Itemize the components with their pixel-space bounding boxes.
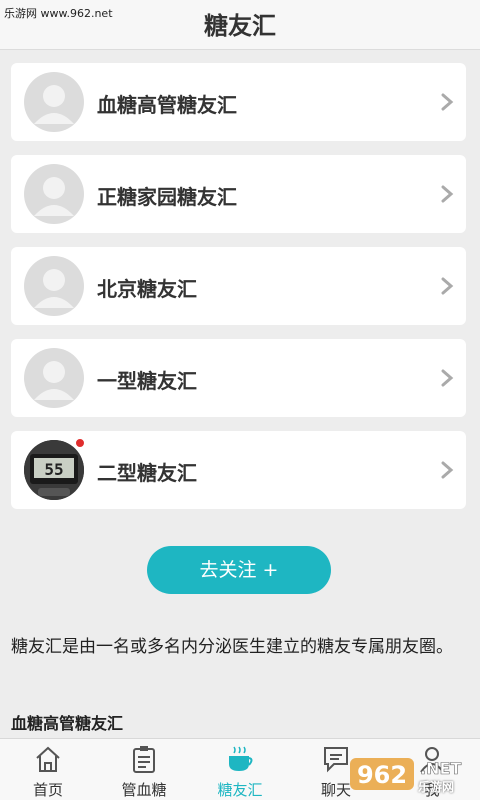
group-name: 北京糖友汇 [97, 277, 197, 301]
glucose-meter-avatar: 55 [24, 440, 84, 500]
default-avatar-icon [24, 164, 84, 224]
tab-glucose[interactable]: 管血糖 [96, 739, 192, 800]
svg-text:.NET: .NET [420, 759, 461, 778]
group-card[interactable]: 一型糖友汇 [11, 339, 466, 417]
tab-label: 管血糖 [121, 781, 167, 799]
home-icon [36, 746, 60, 772]
chevron-right-icon [441, 93, 454, 111]
default-avatar-icon [24, 72, 84, 132]
default-avatar-icon [24, 256, 84, 316]
unread-badge [75, 438, 85, 448]
group-name: 二型糖友汇 [97, 461, 197, 485]
chevron-right-icon [441, 369, 454, 387]
section-title: 血糖高管糖友汇 [11, 714, 124, 733]
meter-reading: 55 [44, 460, 63, 479]
chevron-right-icon [441, 277, 454, 295]
chevron-right-icon [441, 185, 454, 203]
tab-label: 糖友汇 [217, 781, 263, 799]
group-card[interactable]: 血糖高管糖友汇 [11, 63, 466, 141]
tab-home[interactable]: 首页 [0, 739, 96, 800]
follow-button[interactable]: 去关注 + [147, 546, 331, 594]
group-card[interactable]: 正糖家园糖友汇 [11, 155, 466, 233]
group-name: 正糖家园糖友汇 [97, 185, 237, 209]
svg-text:962: 962 [357, 761, 407, 789]
top-bar: 乐游网 www.962.net 糖友汇 [0, 0, 480, 50]
chevron-right-icon [441, 461, 454, 479]
description-text: 糖友汇是由一名或多名内分泌医生建立的糖友专属朋友圈。 [11, 637, 453, 657]
clipboard-icon [133, 746, 155, 773]
default-avatar-icon [24, 348, 84, 408]
group-card[interactable]: 北京糖友汇 [11, 247, 466, 325]
group-card[interactable]: 55 二型糖友汇 [11, 431, 466, 509]
group-name: 血糖高管糖友汇 [97, 93, 237, 117]
tab-community[interactable]: 糖友汇 [192, 739, 288, 800]
coffee-cup-icon [229, 746, 253, 771]
brand-watermark-text: 乐游网 [418, 780, 455, 794]
tab-label: 首页 [32, 781, 63, 799]
page-title: 糖友汇 [204, 12, 276, 40]
group-name: 一型糖友汇 [97, 369, 197, 393]
brand-watermark-logo: 962 .NET [350, 758, 462, 790]
